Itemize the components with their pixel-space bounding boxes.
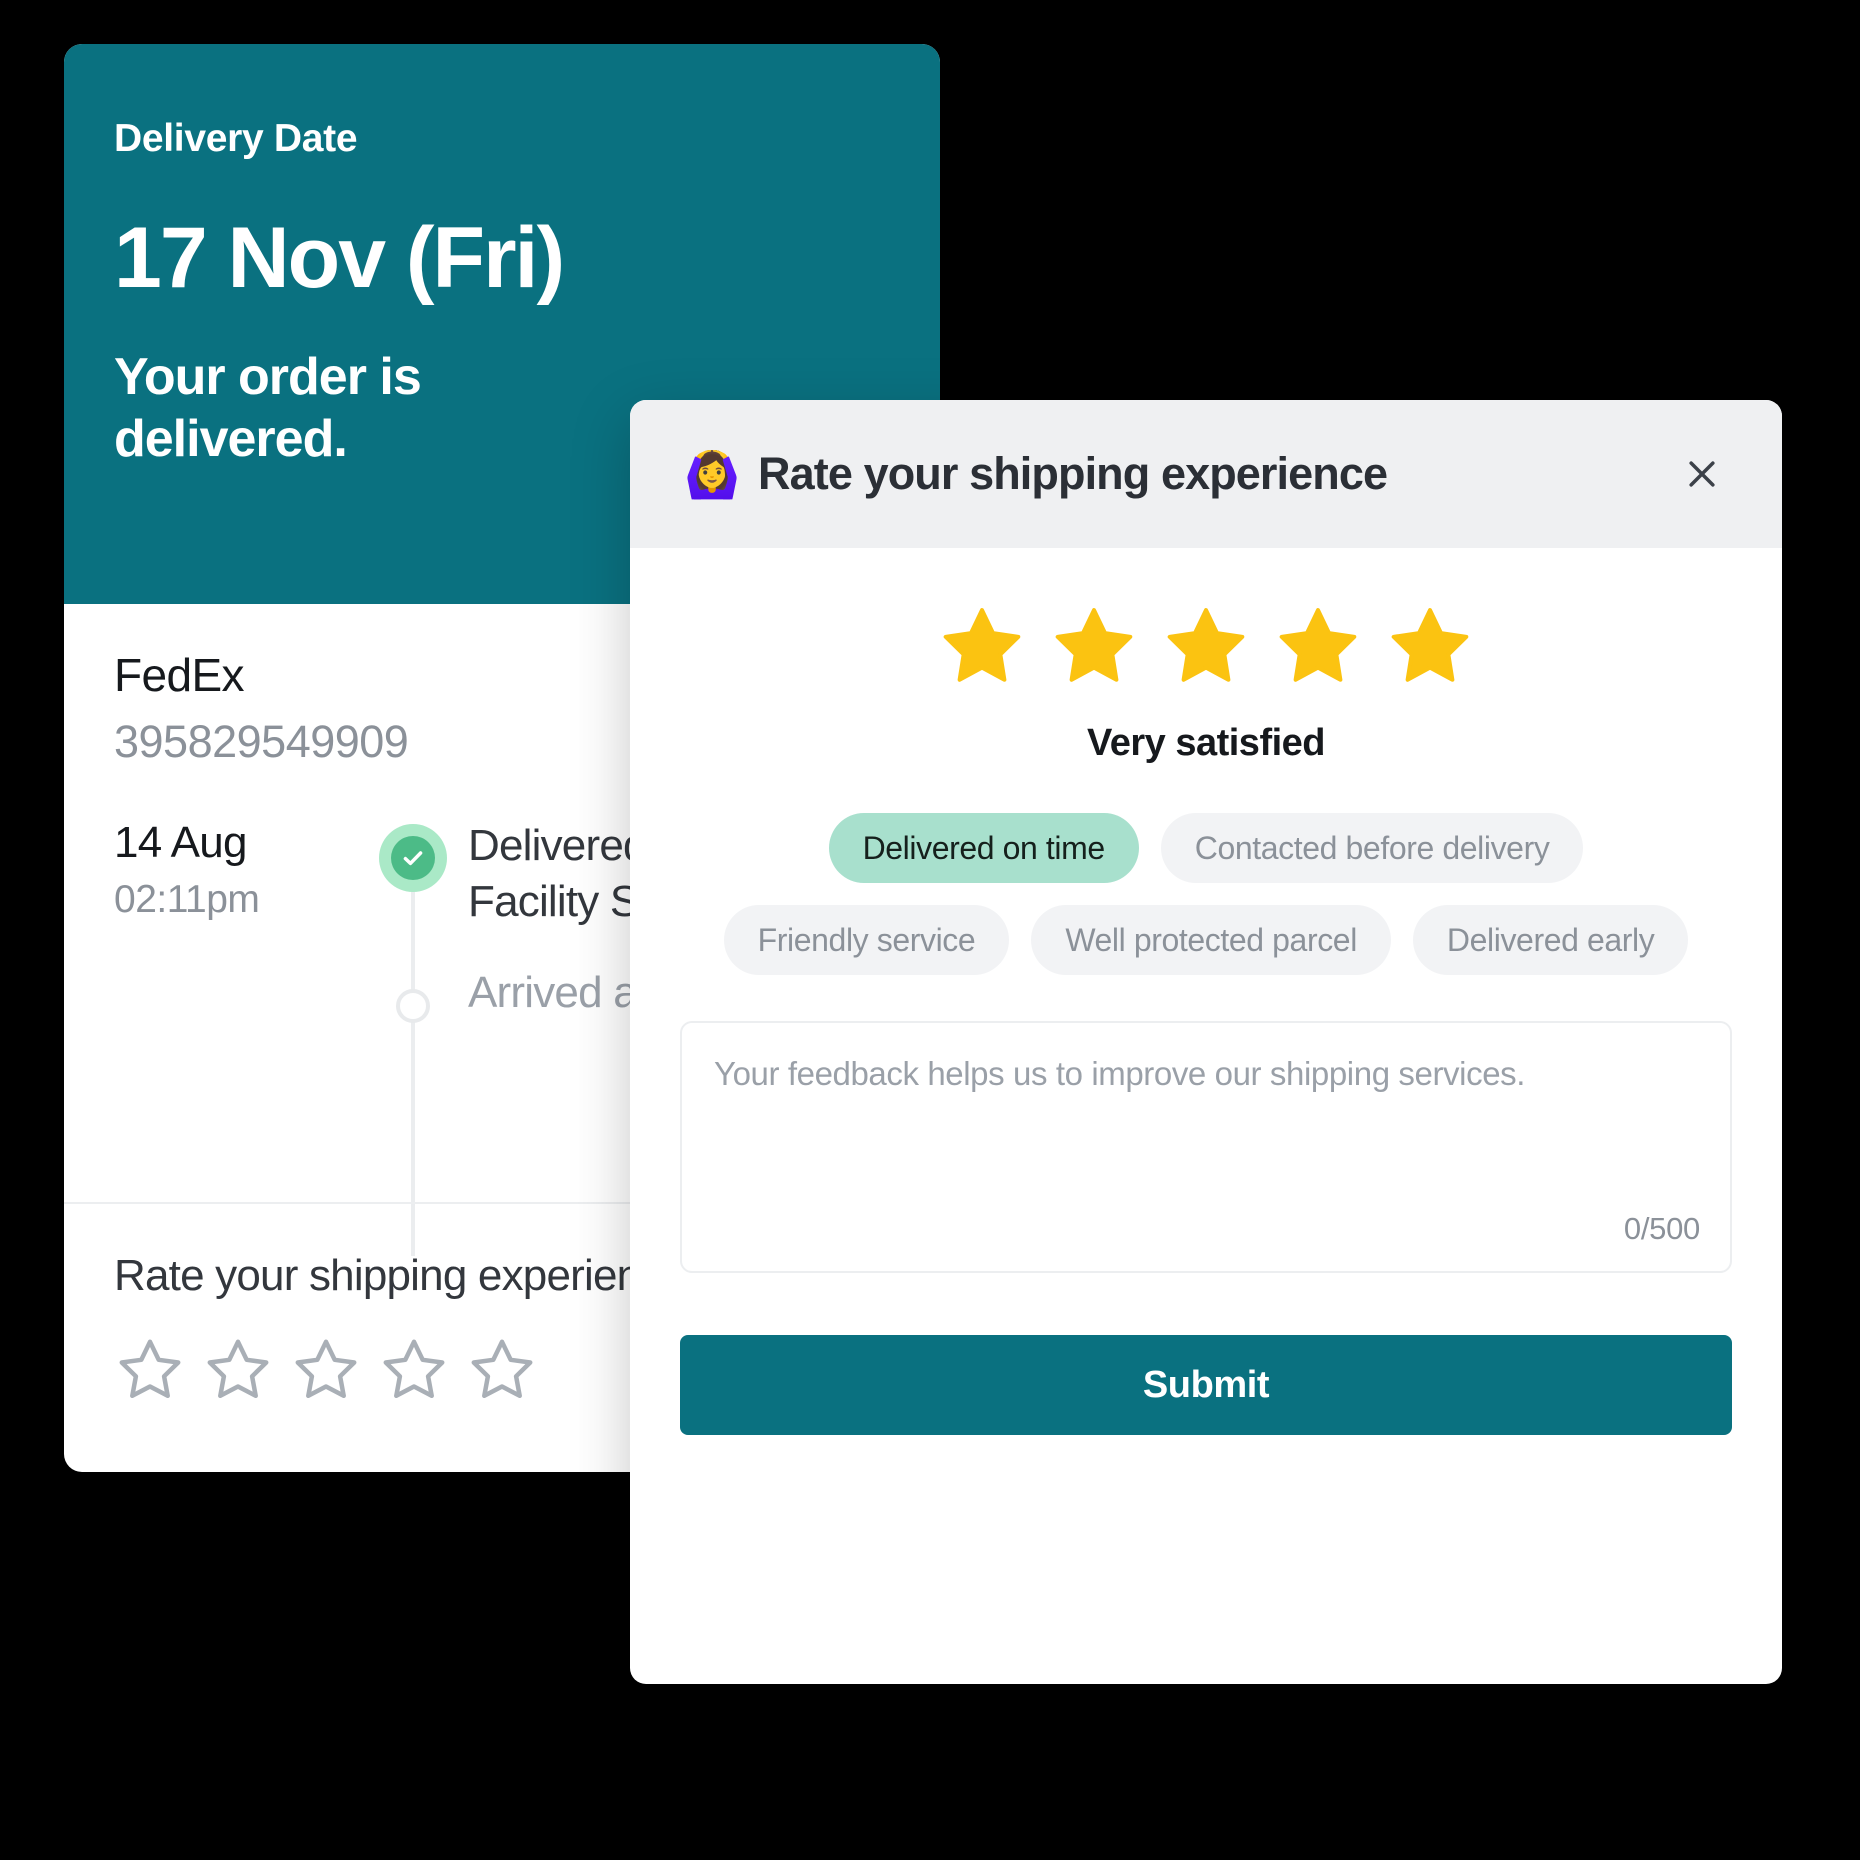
card-star-rating[interactable]: [114, 1334, 640, 1406]
timeline-marker-col: [374, 818, 452, 893]
feedback-tag-chips: Delivered on time Contacted before deliv…: [680, 813, 1732, 975]
close-icon: [1689, 461, 1715, 487]
chip-contacted-before-delivery[interactable]: Contacted before delivery: [1160, 813, 1584, 883]
star-outline-icon-4[interactable]: [378, 1334, 450, 1406]
chip-well-protected-parcel[interactable]: Well protected parcel: [1031, 905, 1391, 975]
close-modal-button[interactable]: [1672, 444, 1732, 504]
star-filled-icon-2[interactable]: [1050, 602, 1138, 690]
circle-outline-icon: [396, 988, 430, 1023]
delivery-status-text: Your order is delivered.: [114, 348, 422, 468]
star-filled-icon-5[interactable]: [1386, 602, 1474, 690]
submit-button[interactable]: Submit: [680, 1335, 1732, 1435]
modal-body: Very satisfied Delivered on time Contact…: [630, 548, 1782, 1435]
star-outline-icon-1[interactable]: [114, 1334, 186, 1406]
star-filled-icon-1[interactable]: [938, 602, 1026, 690]
timeline-event-datetime-empty: [114, 965, 374, 967]
star-outline-icon-3[interactable]: [290, 1334, 362, 1406]
modal-header: 🙆‍♀️ Rate your shipping experience: [630, 400, 1782, 548]
check-icon: [403, 851, 423, 866]
modal-star-rating[interactable]: [680, 602, 1732, 690]
timeline-event-datetime: 14 Aug 02:11pm: [114, 818, 374, 921]
delivery-date-label: Delivery Date: [114, 117, 358, 160]
star-filled-icon-3[interactable]: [1162, 602, 1250, 690]
chip-delivered-on-time[interactable]: Delivered on time: [828, 813, 1139, 883]
delivery-date-value: 17 Nov (Fri): [114, 209, 565, 306]
star-outline-icon-5[interactable]: [466, 1334, 538, 1406]
chip-delivered-early[interactable]: Delivered early: [1412, 905, 1689, 975]
timeline-marker-completed: [379, 824, 447, 893]
timeline-event-time: 02:11pm: [114, 878, 260, 922]
timeline-marker-col-pending: [374, 965, 452, 1023]
card-rate-label: Rate your shipping experien: [114, 1251, 641, 1300]
star-filled-icon-4[interactable]: [1274, 602, 1362, 690]
woman-gesturing-ok-emoji: 🙆‍♀️: [684, 448, 741, 500]
modal-title-group: 🙆‍♀️ Rate your shipping experience: [684, 448, 1388, 500]
modal-title: Rate your shipping experience: [758, 448, 1388, 499]
timeline-event-date: 14 Aug: [114, 818, 248, 868]
card-rate-section: Rate your shipping experien: [114, 1251, 641, 1406]
feedback-textarea[interactable]: Your feedback helps us to improve our sh…: [680, 1021, 1732, 1273]
rating-label: Very satisfied: [1086, 722, 1326, 764]
timeline-marker-inner: [391, 836, 435, 881]
star-outline-icon-2[interactable]: [202, 1334, 274, 1406]
feedback-placeholder: Your feedback helps us to improve our sh…: [714, 1055, 1526, 1092]
character-counter: 0/500: [1623, 1211, 1700, 1246]
screen-root: Delivery Date 17 Nov (Fri) Your order is…: [0, 0, 1860, 1860]
rating-modal: 🙆‍♀️ Rate your shipping experience: [630, 400, 1782, 1684]
chip-friendly-service[interactable]: Friendly service: [723, 905, 1010, 975]
